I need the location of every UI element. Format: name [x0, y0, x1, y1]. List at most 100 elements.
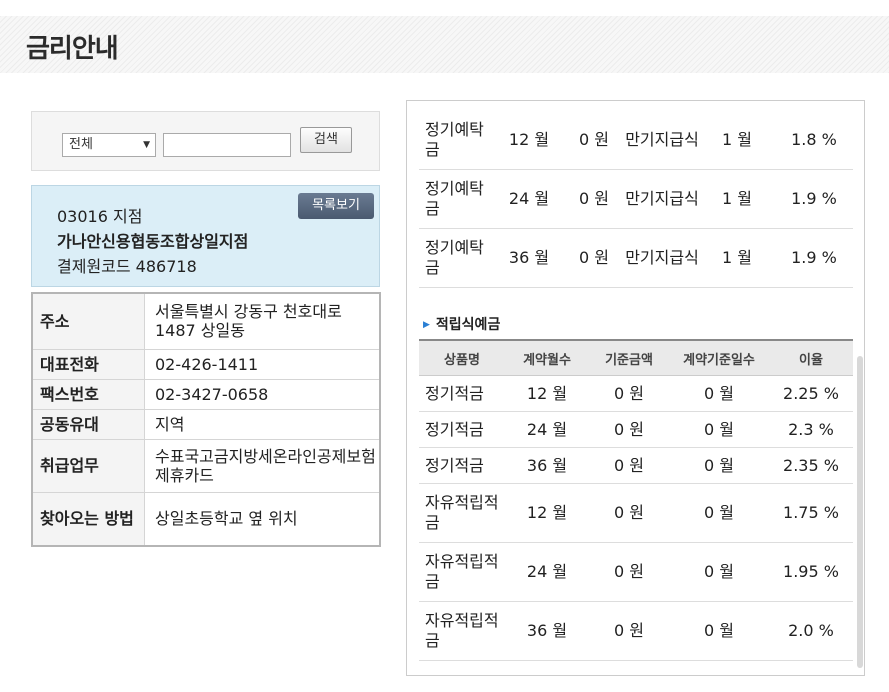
contract-days: 1 월: [699, 111, 775, 170]
interest-rate: 1.9 %: [775, 228, 853, 288]
payment-method: 만기지급식: [625, 111, 699, 170]
scrollbar-thumb[interactable]: [857, 356, 863, 668]
branch-code: 03016 지점: [57, 207, 143, 226]
branch-info-table: 주소 서울특별시 강동구 천호대로 1487 상일동 대표전화 02-426-1…: [31, 292, 381, 547]
info-value: 지역: [144, 409, 380, 440]
interest-rate: 1.8 %: [775, 111, 853, 170]
product-name: 정기적금: [419, 375, 505, 412]
product-name: 정기예탁금: [419, 228, 495, 288]
interest-rate: 2.25 %: [769, 375, 853, 412]
contract-months: 24 월: [495, 169, 563, 229]
installment-rate-table: 상품명 계약월수 기준금액 계약기준일수 이율 정기적금 12 월 0 원 0 …: [419, 339, 853, 661]
column-header: 계약기준일수: [669, 339, 769, 376]
branch-name: 가나안신용협동조합상일지점: [57, 232, 249, 251]
contract-days: 0 월: [669, 411, 769, 448]
interest-rate: 2.0 %: [769, 601, 853, 661]
table-row: 자유적립적금 12 월 0 원 0 월 1.75 %: [419, 483, 853, 543]
product-name: 정기예탁금: [419, 111, 495, 170]
info-label: 취급업무: [32, 439, 145, 493]
section-title-text: 적립식예금: [435, 317, 501, 333]
column-header: 이율: [769, 339, 853, 376]
product-name: 자유적립적금: [419, 601, 505, 661]
column-header: 계약월수: [505, 339, 589, 376]
info-row: 공동유대 지역: [32, 409, 380, 440]
table-row: 정기예탁금 36 월 0 원 만기지급식 1 월 1.9 %: [419, 228, 853, 288]
base-amount: 0 원: [563, 228, 625, 288]
section-title: ▶ 적립식예금: [423, 314, 500, 334]
contract-days: 1 월: [699, 169, 775, 229]
base-amount: 0 원: [589, 483, 669, 543]
contract-days: 0 월: [669, 542, 769, 602]
list-view-button[interactable]: 목록보기: [298, 193, 374, 219]
page-title-bar: 금리안내: [0, 16, 889, 73]
info-row: 취급업무 수표국고금지방세온라인공제보험제휴카드: [32, 439, 380, 493]
base-amount: 0 원: [589, 375, 669, 412]
payment-method: 만기지급식: [625, 228, 699, 288]
contract-months: 36 월: [505, 601, 589, 661]
contract-months: 12 월: [495, 111, 563, 170]
info-label: 공동유대: [32, 409, 145, 440]
table-row: 정기예탁금 12 월 0 원 만기지급식 1 월 1.8 %: [419, 111, 853, 170]
contract-days: 0 월: [669, 483, 769, 543]
base-amount: 0 원: [563, 111, 625, 170]
category-select[interactable]: 전체 ▼: [62, 133, 156, 157]
info-value: 서울특별시 강동구 천호대로 1487 상일동: [144, 293, 380, 350]
contract-months: 24 월: [505, 542, 589, 602]
base-amount: 0 원: [589, 447, 669, 484]
contract-days: 0 월: [669, 375, 769, 412]
info-value: 02-426-1411: [144, 349, 380, 380]
info-value: 02-3427-0658: [144, 379, 380, 410]
info-value: 상일초등학교 옆 위치: [144, 492, 380, 547]
search-button[interactable]: 검색: [300, 127, 352, 153]
search-box: 전체 ▼ 검색: [31, 111, 380, 171]
payment-method: 만기지급식: [625, 169, 699, 229]
info-label: 팩스번호: [32, 379, 145, 410]
info-row: 주소 서울특별시 강동구 천호대로 1487 상일동: [32, 293, 380, 350]
contract-months: 36 월: [505, 447, 589, 484]
contract-months: 12 월: [505, 375, 589, 412]
info-label: 주소: [32, 293, 145, 350]
contract-days: 0 월: [669, 601, 769, 661]
contract-months: 24 월: [505, 411, 589, 448]
deposit-rate-table: 정기예탁금 12 월 0 원 만기지급식 1 월 1.8 % 정기예탁금 24 …: [419, 111, 853, 288]
base-amount: 0 원: [563, 169, 625, 229]
payment-code: 결제원코드 486718: [57, 257, 197, 276]
info-row: 팩스번호 02-3427-0658: [32, 379, 380, 410]
table-row: 정기적금 12 월 0 원 0 월 2.25 %: [419, 375, 853, 412]
product-name: 정기적금: [419, 447, 505, 484]
chevron-down-icon: ▼: [143, 140, 150, 150]
column-header: 기준금액: [589, 339, 669, 376]
table-row: 정기예탁금 24 월 0 원 만기지급식 1 월 1.9 %: [419, 169, 853, 229]
interest-rate: 2.3 %: [769, 411, 853, 448]
branch-summary: 03016 지점 가나안신용협동조합상일지점 결제원코드 486718 목록보기: [31, 185, 380, 287]
rate-scroll-panel[interactable]: 정기예탁금 12 월 0 원 만기지급식 1 월 1.8 % 정기예탁금 24 …: [406, 100, 865, 676]
category-select-value: 전체: [69, 137, 93, 152]
info-label: 찾아오는 방법: [32, 492, 145, 547]
page-title: 금리안내: [26, 34, 119, 64]
table-row: 정기적금 36 월 0 원 0 월 2.35 %: [419, 447, 853, 484]
contract-days: 0 월: [669, 447, 769, 484]
interest-rate: 2.35 %: [769, 447, 853, 484]
table-row: 자유적립적금 36 월 0 원 0 월 2.0 %: [419, 601, 853, 661]
product-name: 정기적금: [419, 411, 505, 448]
triangle-bullet-icon: ▶: [423, 320, 430, 330]
interest-rate: 1.95 %: [769, 542, 853, 602]
contract-months: 36 월: [495, 228, 563, 288]
table-row: 정기적금 24 월 0 원 0 월 2.3 %: [419, 411, 853, 448]
product-name: 정기예탁금: [419, 169, 495, 229]
interest-rate: 1.75 %: [769, 483, 853, 543]
interest-rate: 1.9 %: [775, 169, 853, 229]
base-amount: 0 원: [589, 411, 669, 448]
contract-months: 12 월: [505, 483, 589, 543]
search-input[interactable]: [163, 133, 291, 157]
info-label: 대표전화: [32, 349, 145, 380]
info-value: 수표국고금지방세온라인공제보험제휴카드: [144, 439, 380, 493]
table-row: 자유적립적금 24 월 0 원 0 월 1.95 %: [419, 542, 853, 602]
info-row: 대표전화 02-426-1411: [32, 349, 380, 380]
product-name: 자유적립적금: [419, 542, 505, 602]
table-header-row: 상품명 계약월수 기준금액 계약기준일수 이율: [419, 339, 853, 376]
column-header: 상품명: [419, 339, 505, 376]
base-amount: 0 원: [589, 601, 669, 661]
info-row: 찾아오는 방법 상일초등학교 옆 위치: [32, 492, 380, 547]
contract-days: 1 월: [699, 228, 775, 288]
